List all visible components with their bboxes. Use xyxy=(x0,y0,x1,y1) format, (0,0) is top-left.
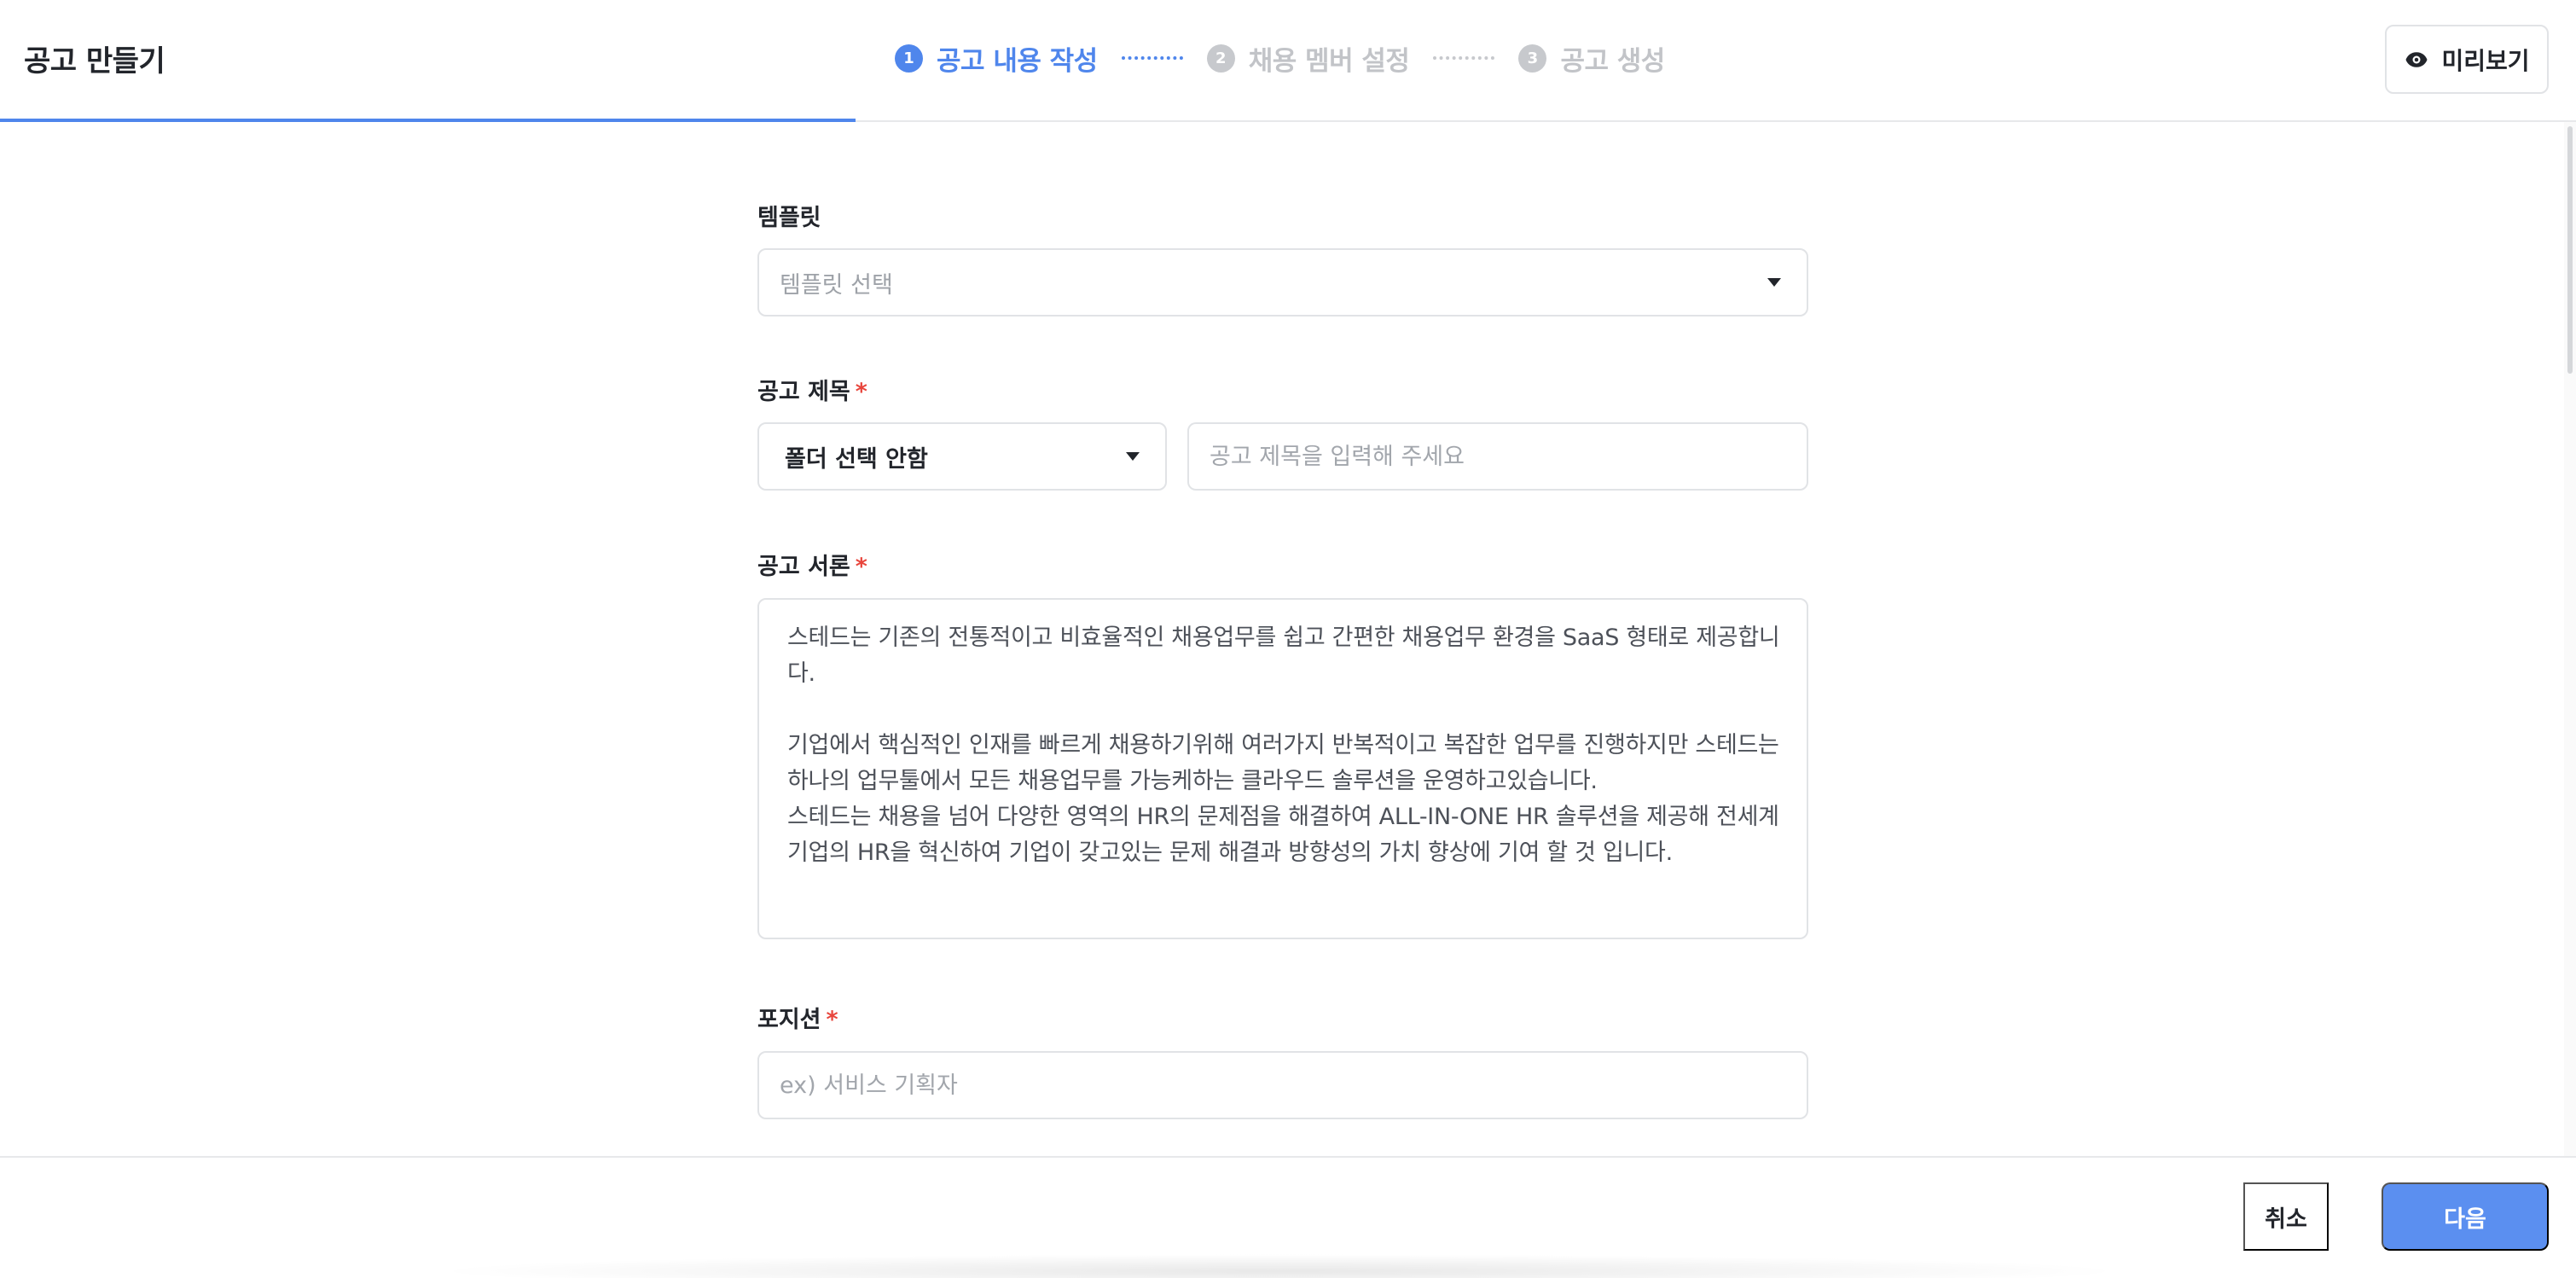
intro-paragraph: 스테드는 기존의 전통적이고 비효율적인 채용업무를 쉽고 간편한 채용업무 환… xyxy=(787,624,1780,687)
chevron-down-icon xyxy=(1767,278,1781,287)
position-label: 포지션 * xyxy=(757,1001,838,1034)
title-input[interactable] xyxy=(1189,424,1807,489)
progress-bar xyxy=(0,119,856,122)
intro-label-text: 공고 서론 xyxy=(757,554,850,580)
step-connector-1 xyxy=(1121,56,1183,60)
page: 공고 만들기 1 공고 내용 작성 2 채용 멤버 설정 3 공고 생성 미리보… xyxy=(0,0,2576,1278)
step-2-number: 2 xyxy=(1206,44,1235,73)
step-connector-2 xyxy=(1433,56,1495,60)
step-2-label: 채용 멤버 설정 xyxy=(1248,45,1410,77)
required-mark: * xyxy=(855,554,867,580)
step-1-number: 1 xyxy=(895,44,923,73)
intro-textarea[interactable]: 스테드는 기존의 전통적이고 비효율적인 채용업무를 쉽고 간편한 채용업무 환… xyxy=(757,598,1808,939)
cancel-button[interactable]: 취소 xyxy=(2243,1182,2329,1251)
required-mark: * xyxy=(826,1007,838,1033)
step-2: 2 채용 멤버 설정 xyxy=(1206,39,1410,78)
title-label: 공고 제목 * xyxy=(757,373,867,406)
page-title: 공고 만들기 xyxy=(24,44,165,78)
title-input-wrapper xyxy=(1187,422,1808,491)
step-3-label: 공고 생성 xyxy=(1560,45,1665,77)
folder-select-value: 폴더 선택 안함 xyxy=(785,445,928,473)
preview-button-label: 미리보기 xyxy=(2441,47,2530,74)
position-input-wrapper xyxy=(757,1051,1808,1119)
template-select-placeholder: 템플릿 선택 xyxy=(780,271,893,299)
required-mark: * xyxy=(855,379,867,405)
step-1-label: 공고 내용 작성 xyxy=(937,45,1098,77)
step-1: 1 공고 내용 작성 xyxy=(895,39,1098,78)
chevron-down-icon xyxy=(1126,452,1140,461)
step-3: 3 공고 생성 xyxy=(1518,39,1665,78)
footer-shadow xyxy=(426,1254,2132,1278)
eye-icon xyxy=(2405,51,2428,67)
folder-select[interactable]: 폴더 선택 안함 xyxy=(757,422,1167,491)
title-label-text: 공고 제목 xyxy=(757,379,850,405)
template-label: 템플릿 xyxy=(757,199,821,232)
step-3-number: 3 xyxy=(1518,44,1547,73)
position-input[interactable] xyxy=(759,1053,1807,1118)
scrollbar-thumb[interactable] xyxy=(2567,126,2573,374)
next-button[interactable]: 다음 xyxy=(2382,1182,2549,1251)
preview-button[interactable]: 미리보기 xyxy=(2385,25,2549,94)
top-header: 공고 만들기 1 공고 내용 작성 2 채용 멤버 설정 3 공고 생성 미리보… xyxy=(0,0,2576,122)
template-label-text: 템플릿 xyxy=(757,205,821,231)
template-select[interactable]: 템플릿 선택 xyxy=(757,248,1808,317)
stepper: 1 공고 내용 작성 2 채용 멤버 설정 3 공고 생성 xyxy=(895,39,1665,78)
intro-paragraph: 스테드는 채용을 넘어 다양한 영역의 HR의 문제점을 해결하여 ALL-IN… xyxy=(787,804,1779,866)
intro-label: 공고 서론 * xyxy=(757,548,867,581)
position-label-text: 포지션 xyxy=(757,1007,821,1033)
intro-paragraph: 기업에서 핵심적인 인재를 빠르게 채용하기위해 여러가지 반복적이고 복잡한 … xyxy=(787,732,1779,794)
